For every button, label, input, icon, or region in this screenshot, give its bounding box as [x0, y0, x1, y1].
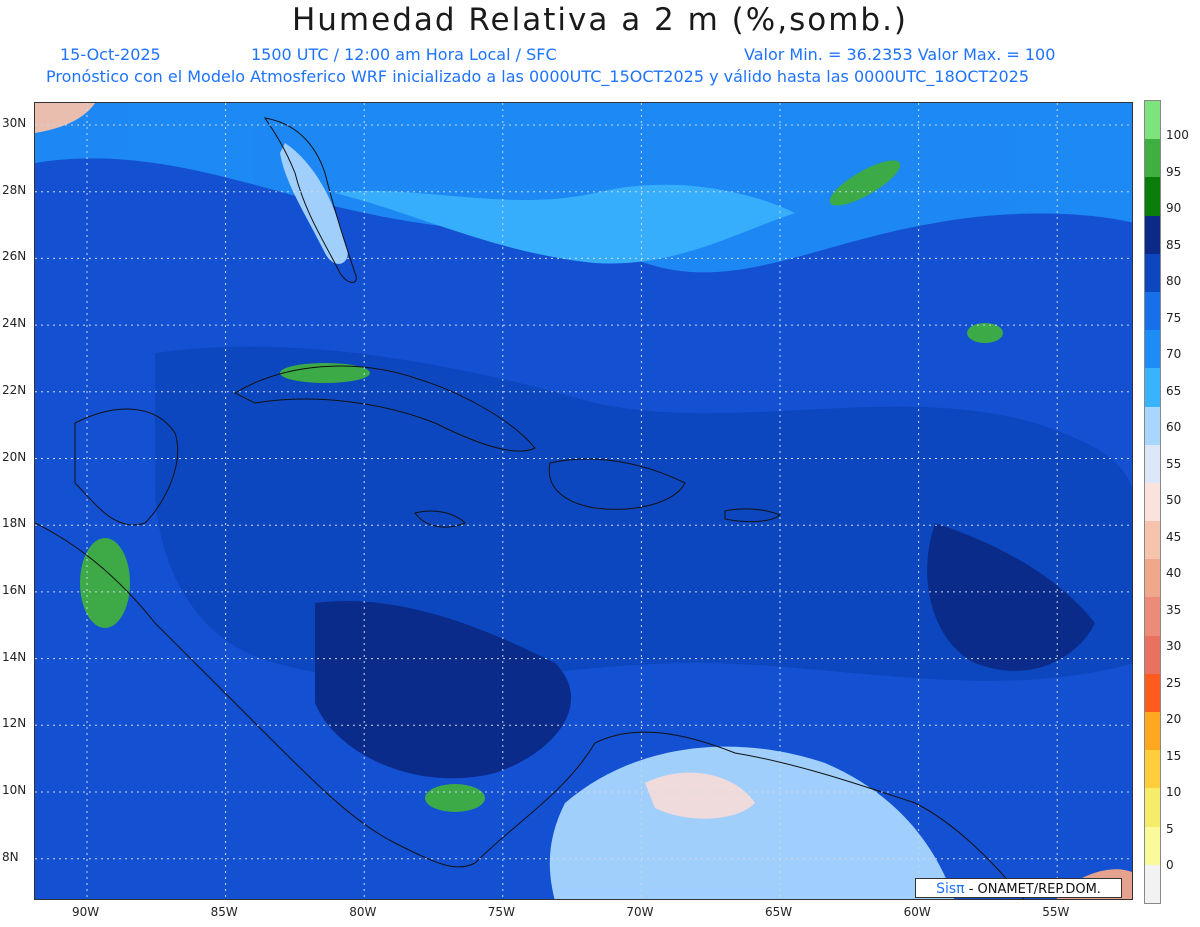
colorbar-label: 20 [1166, 712, 1182, 726]
humidity-map [34, 102, 1133, 900]
colorbar-label: 5 [1166, 821, 1174, 836]
lon-label: 70W [626, 905, 654, 919]
colorbar-label: 40 [1166, 566, 1182, 580]
lon-label: 75W [487, 905, 515, 919]
lat-label: 28N [2, 182, 27, 197]
lat-label: 18N [2, 516, 27, 531]
colorbar-label: 55 [1166, 456, 1182, 471]
colorbar-segment [1145, 482, 1160, 522]
lat-label: 26N [2, 249, 27, 264]
map-canvas [35, 103, 1132, 899]
colorbar-segment [1145, 406, 1160, 446]
credit-text: - ONAMET/REP.DOM. [968, 882, 1101, 897]
colorbar-segment [1145, 864, 1160, 904]
colorbar-label: 50 [1166, 493, 1182, 507]
lat-label: 8N [2, 849, 19, 864]
colorbar-label: 100 [1166, 128, 1189, 142]
colorbar-segment [1145, 635, 1160, 675]
forecast-date: 15-Oct-2025 [60, 45, 161, 64]
colorbar-label: 60 [1166, 420, 1182, 434]
colorbar-segment [1145, 750, 1160, 789]
colorbar-label: 10 [1166, 785, 1182, 799]
colorbar-label: 70 [1166, 347, 1182, 361]
lat-label: 24N [2, 316, 27, 331]
colorbar-label: 90 [1166, 201, 1182, 215]
colorbar-segment [1145, 673, 1160, 713]
colorbar-segment [1145, 215, 1160, 255]
colorbar-label: 30 [1166, 639, 1182, 653]
lon-label: 55W [1042, 905, 1070, 919]
colorbar-segment [1145, 139, 1160, 178]
colorbar-segment [1145, 444, 1160, 484]
colorbar-segment [1145, 826, 1160, 866]
colorbar-label: 95 [1166, 164, 1182, 179]
lat-label: 16N [2, 582, 27, 597]
colorbar-segment [1145, 368, 1160, 408]
map-title: Humedad Relativa a 2 m (%,somb.) [291, 2, 909, 38]
colorbar-label: 25 [1166, 675, 1182, 690]
colorbar-segment [1145, 521, 1160, 560]
lon-label: 65W [765, 905, 793, 919]
colorbar-segment [1145, 177, 1160, 217]
lon-label: 60W [903, 905, 931, 919]
colorbar-segment [1145, 788, 1160, 828]
lat-label: 10N [2, 783, 27, 797]
lat-label: 30N [2, 116, 27, 130]
model-info: Pronóstico con el Modelo Atmosferico WRF… [46, 67, 1030, 86]
lat-label: 20N [2, 449, 27, 464]
colorbar-label: 15 [1166, 748, 1182, 763]
colorbar-segment [1145, 712, 1160, 751]
colorbar-label: 45 [1166, 529, 1182, 544]
colorbar-segment [1145, 597, 1160, 637]
atlantic-green-cell [967, 323, 1003, 343]
colorbar-label: 85 [1166, 237, 1182, 252]
colorbar-label: 75 [1166, 310, 1182, 325]
lon-label: 80W [349, 905, 377, 919]
min-max-values: Valor Min. = 36.2353 Valor Max. = 100 [744, 45, 1056, 64]
colorbar-label: 0 [1166, 858, 1174, 872]
lat-label: 14N [2, 649, 27, 664]
lat-label: 22N [2, 382, 27, 397]
colorbar-segment [1145, 559, 1160, 598]
panama-green-cell [425, 784, 485, 812]
credit-box: Sisπ - ONAMET/REP.DOM. [915, 878, 1122, 898]
colorbar-segment [1145, 330, 1160, 369]
colorbar-segment [1145, 253, 1160, 293]
lon-label: 90W [72, 905, 100, 919]
forecast-time-info: 1500 UTC / 12:00 am Hora Local / SFC [251, 45, 557, 64]
colorbar [1144, 100, 1161, 904]
lon-label: 85W [210, 905, 238, 919]
colorbar-label: 65 [1166, 383, 1182, 398]
credit-brand: Sisπ [936, 881, 965, 897]
colorbar-segment [1145, 291, 1160, 331]
colorbar-label: 80 [1166, 274, 1182, 288]
colorbar-label: 35 [1166, 602, 1182, 617]
lat-label: 12N [2, 716, 27, 731]
colorbar-segment [1145, 101, 1160, 140]
